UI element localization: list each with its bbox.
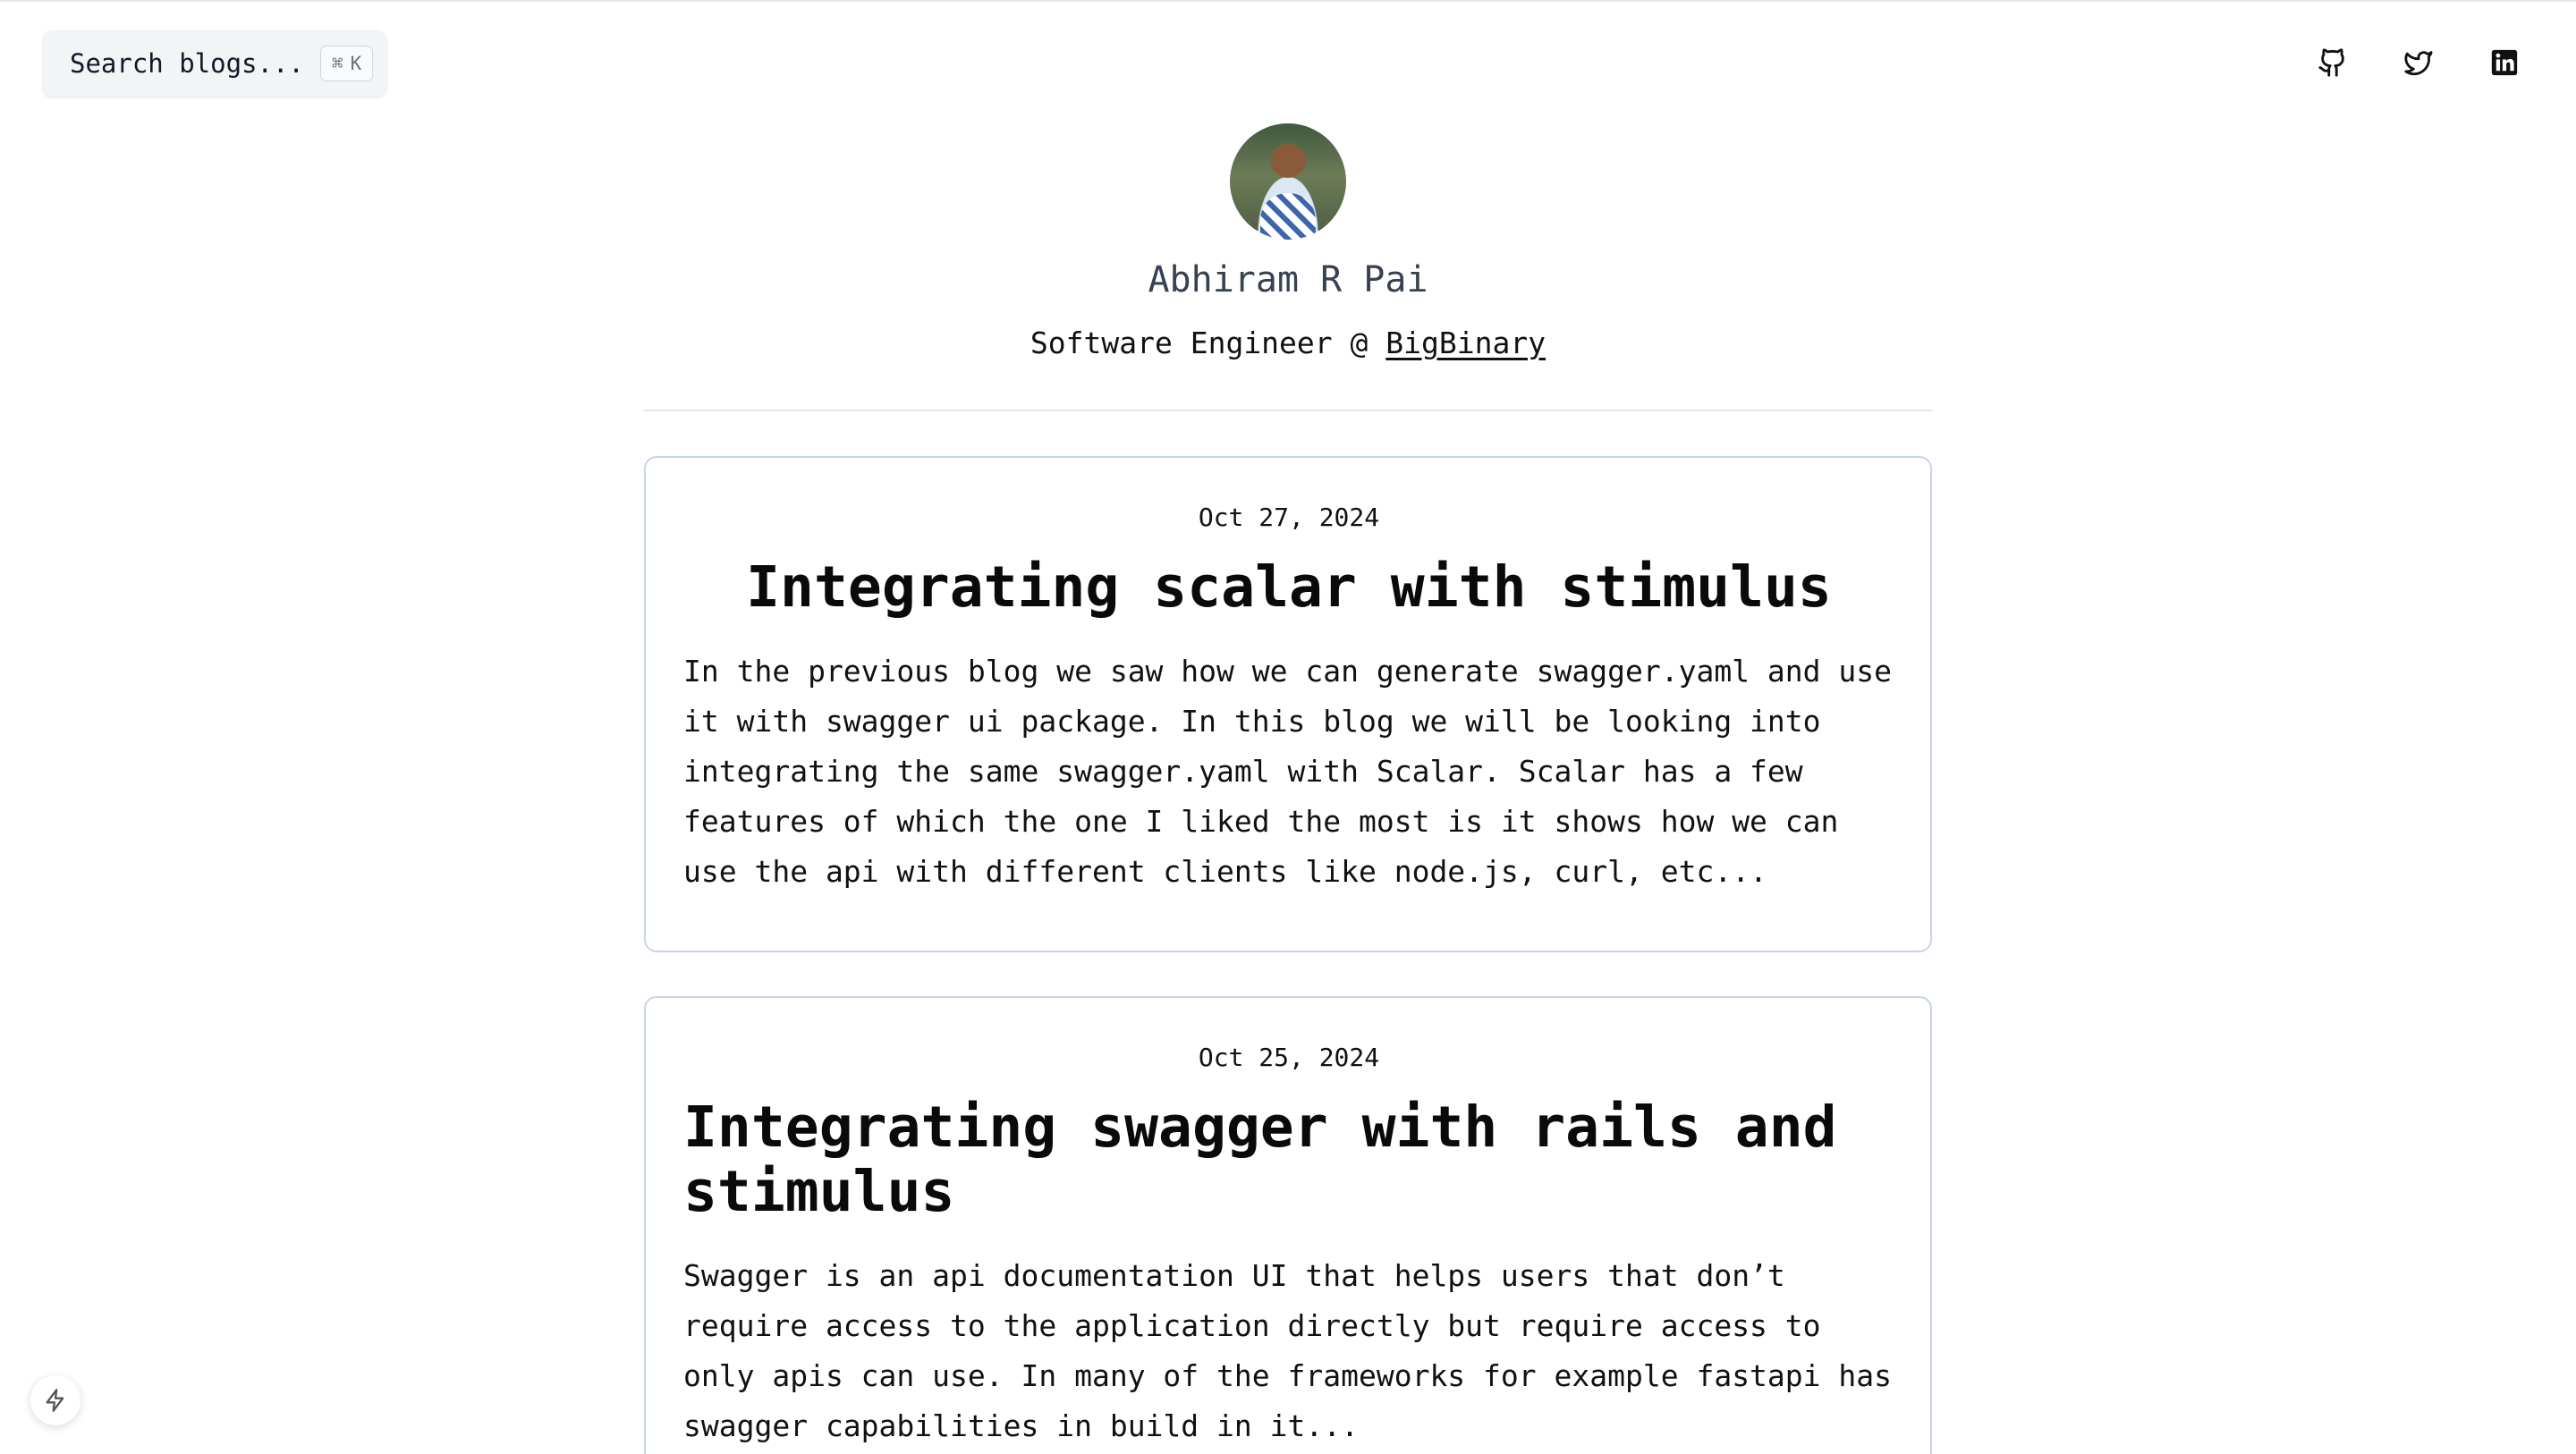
command-key-symbol: ⌘	[331, 53, 343, 74]
github-link[interactable]	[2311, 41, 2354, 84]
post-title[interactable]: Integrating scalar with stimulus	[683, 555, 1894, 620]
post-date: Oct 25, 2024	[1198, 1043, 1380, 1072]
linkedin-icon	[2491, 49, 2518, 76]
search-button[interactable]: Search blogs... ⌘ K	[43, 30, 386, 97]
avatar	[1230, 123, 1346, 240]
theme-toggle-button[interactable]	[2569, 41, 2576, 84]
profile-section: Abhiram R Pai Software Engineer @ BigBin…	[0, 123, 2576, 360]
keyboard-shortcut-badge: ⌘ K	[319, 46, 374, 81]
post-title[interactable]: Integrating swagger with rails and stimu…	[683, 1095, 1894, 1224]
section-divider	[644, 410, 1932, 411]
shortcut-key-letter: K	[350, 53, 362, 74]
search-label: Search blogs...	[70, 48, 304, 79]
company-link[interactable]: BigBinary	[1385, 325, 1546, 360]
linkedin-link[interactable]	[2483, 41, 2526, 84]
role-text: Software Engineer @	[1030, 325, 1386, 360]
blog-post-card[interactable]: Oct 27, 2024 Integrating scalar with sti…	[644, 456, 1932, 952]
author-name: Abhiram R Pai	[1148, 259, 1428, 300]
author-tagline: Software Engineer @ BigBinary	[0, 325, 2576, 360]
twitter-icon	[2404, 51, 2433, 76]
bolt-icon	[46, 1389, 64, 1412]
post-date: Oct 27, 2024	[1198, 503, 1380, 532]
post-excerpt: Swagger is an api documentation UI that …	[683, 1258, 1893, 1443]
twitter-link[interactable]	[2397, 41, 2440, 84]
post-excerpt: In the previous blog we saw how we can g…	[683, 654, 1893, 889]
blog-post-card[interactable]: Oct 25, 2024 Integrating swagger with ra…	[644, 996, 1932, 1454]
floating-action-button[interactable]	[30, 1375, 80, 1425]
github-icon	[2318, 48, 2344, 77]
